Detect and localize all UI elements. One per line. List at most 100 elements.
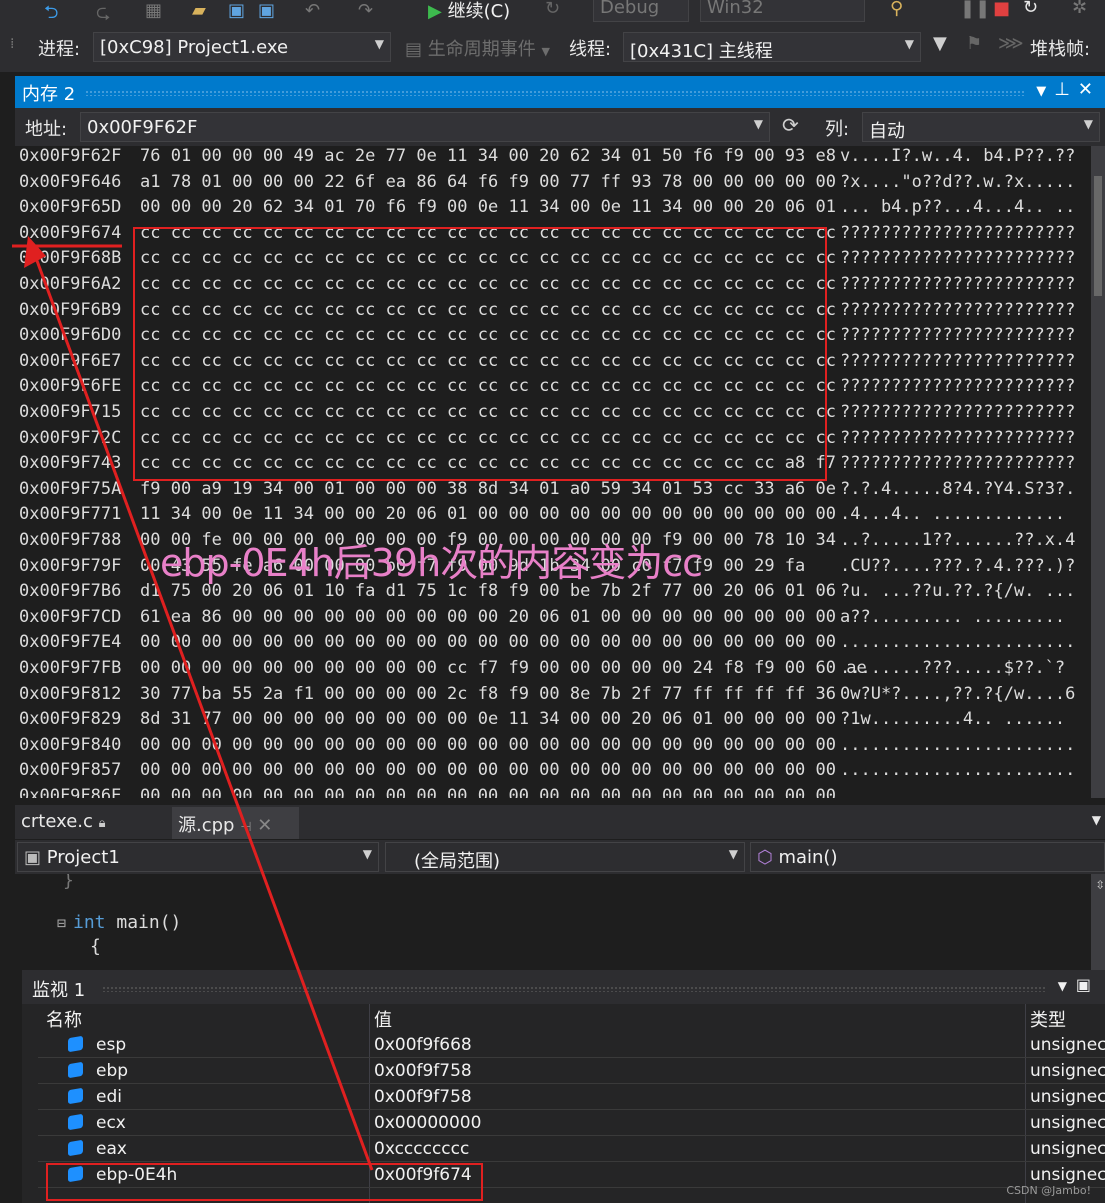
- restart-debug-icon[interactable]: ↻: [1023, 0, 1038, 18]
- cc-region-highlight: [133, 227, 827, 481]
- thread-select[interactable]: [0x431C] 主线程 ▼: [623, 32, 921, 62]
- tab-overflow-icon[interactable]: ▼: [1092, 813, 1101, 827]
- function-signature: main(): [105, 912, 182, 933]
- watch-row[interactable]: edi 0x00f9f758 unsignec: [38, 1084, 1105, 1110]
- memory-address: 0x00F9F646: [19, 171, 122, 192]
- find-icon[interactable]: ⚲: [890, 0, 903, 19]
- memory-scrollbar[interactable]: [1091, 146, 1105, 798]
- play-icon: ▶: [428, 1, 442, 22]
- memory-hex-bytes[interactable]: 76 01 00 00 00 49 ac 2e 77 0e 11 34 00 2…: [140, 146, 836, 166]
- watch-name: eax: [96, 1139, 127, 1159]
- memory-hex-bytes[interactable]: 00 00 00 00 00 00 00 00 00 00 00 00 00 0…: [140, 786, 836, 798]
- undo-icon[interactable]: ↶: [305, 0, 320, 21]
- settings-icon[interactable]: ✲: [1072, 0, 1087, 18]
- chevron-down-icon: ▼: [374, 37, 384, 51]
- watch-value[interactable]: 0x00f9f758: [374, 1061, 472, 1081]
- config-select[interactable]: Debug: [593, 0, 689, 22]
- memory-hex-bytes[interactable]: 00 00 00 00 00 00 00 00 00 00 00 00 00 0…: [140, 760, 836, 780]
- memory-hex-bytes[interactable]: 00 00 00 00 00 00 00 00 00 00 cc f7 f9 0…: [140, 658, 867, 678]
- watch-type: unsignec: [1030, 1087, 1105, 1107]
- address-input[interactable]: 0x00F9F62F ▼: [80, 112, 770, 142]
- watch-value[interactable]: 0x00000000: [374, 1113, 481, 1133]
- solution-icon[interactable]: ▦: [145, 0, 162, 21]
- stop-icon[interactable]: ■: [993, 0, 1010, 19]
- pin-icon[interactable]: ⊥: [1054, 79, 1078, 100]
- memory-title-bar: 内存 2 ▼⊥✕: [15, 76, 1105, 108]
- refresh-icon[interactable]: ⟳: [782, 113, 799, 137]
- save-all-icon[interactable]: ▣: [258, 0, 275, 21]
- function-icon: ⬡: [757, 847, 773, 868]
- save-icon[interactable]: ▣: [228, 0, 245, 21]
- project-select[interactable]: ▣ Project1 ▼: [17, 842, 379, 872]
- flag-icon[interactable]: ⚑: [966, 33, 982, 54]
- code-line: int main(): [73, 912, 181, 933]
- memory-ascii: ???????????????????????: [840, 427, 1076, 448]
- process-select[interactable]: [0xC98] Project1.exe ▼: [93, 32, 391, 62]
- chevron-down-icon: ▼: [904, 37, 914, 51]
- process-value: [0xC98] Project1.exe: [100, 37, 289, 58]
- col-name-header[interactable]: 名称: [46, 1006, 82, 1032]
- watch-value[interactable]: 0xcccccccc: [374, 1139, 469, 1159]
- watch-type: unsignec: [1030, 1035, 1105, 1055]
- memory-address: 0x00F9F812: [19, 683, 122, 704]
- lifecycle-events-button[interactable]: ▤ 生命周期事件 ▼: [405, 35, 550, 61]
- tab-source-cpp[interactable]: 源.cpp ⊣ ✕: [172, 807, 299, 839]
- restart-icon[interactable]: ↻: [545, 0, 560, 19]
- tab-crtexe[interactable]: crtexe.c 🔒︎: [15, 807, 170, 839]
- platform-select[interactable]: Win32: [700, 0, 865, 22]
- memory-hex-bytes[interactable]: 8d 31 77 00 00 00 00 00 00 00 00 0e 11 3…: [140, 709, 836, 729]
- memory-hex-bytes[interactable]: 00 00 00 00 00 00 00 00 00 00 00 00 00 0…: [140, 735, 836, 755]
- close-icon[interactable]: ✕: [1078, 79, 1101, 100]
- memory-hex-bytes[interactable]: 00 00 00 00 00 00 00 00 00 00 00 00 00 0…: [140, 632, 836, 652]
- watch-header: 名称 值 类型: [38, 1004, 1105, 1032]
- memory-address: 0x00F9F68B: [19, 248, 122, 269]
- chevron-down-icon: ▼: [541, 45, 550, 58]
- watch-row[interactable]: esp 0x00f9f668 unsignec: [38, 1032, 1105, 1058]
- memory-hex-bytes[interactable]: 11 34 00 0e 11 34 00 00 20 06 01 00 00 0…: [140, 504, 836, 524]
- memory-ascii: .CU??....???.?.4.???.)?: [840, 555, 1076, 576]
- memory-hex-bytes[interactable]: 30 77 ba 55 2a f1 00 00 00 00 2c f8 f9 0…: [140, 684, 836, 704]
- function-select[interactable]: ⬡ main(): [750, 842, 1105, 872]
- scope-select[interactable]: (全局范围) ▼: [385, 842, 745, 872]
- split-icon[interactable]: ⇳: [1095, 874, 1105, 893]
- keyword-int: int: [73, 912, 106, 933]
- chevron-down-icon: ▼: [728, 847, 738, 861]
- pin-icon[interactable]: ⊣: [240, 820, 251, 835]
- continue-button[interactable]: ▶ 继续(C): [428, 0, 510, 23]
- watch-value[interactable]: 0x00f9f758: [374, 1087, 472, 1107]
- chevron-down-icon: ▼: [362, 847, 372, 861]
- memory-hex-bytes[interactable]: f9 00 a9 19 34 00 01 00 00 00 38 8d 34 0…: [140, 479, 836, 499]
- col-type-header[interactable]: 类型: [1030, 1006, 1066, 1032]
- memory-hex-bytes[interactable]: a1 78 01 00 00 00 22 6f ea 86 64 f6 f9 0…: [140, 172, 836, 192]
- close-icon[interactable]: ✕: [257, 815, 272, 836]
- pause-icon[interactable]: ❚❚: [960, 0, 990, 19]
- code-editor[interactable]: } ⊟ int main() { ⇳: [15, 874, 1105, 970]
- variable-icon: [68, 1035, 83, 1053]
- process-label: 进程:: [38, 39, 81, 60]
- scrollbar-thumb[interactable]: [1094, 176, 1102, 296]
- memory-ascii: ?.?.4.....8?4.?Y4.S?3?.: [840, 478, 1076, 499]
- dropdown-icon[interactable]: ▼: [1058, 979, 1067, 993]
- stackframe-label: 堆栈帧:: [1030, 39, 1091, 60]
- columns-select[interactable]: 自动 ▼: [862, 112, 1100, 142]
- maximize-icon[interactable]: ▣: [1076, 975, 1091, 994]
- filter-icon[interactable]: ▼: [933, 33, 947, 54]
- collapse-icon[interactable]: ⊟: [57, 914, 66, 932]
- threads-icon[interactable]: ⋙: [998, 33, 1024, 54]
- open-icon[interactable]: ▰: [192, 0, 206, 21]
- memory-ascii: ???????????????????????: [840, 274, 1076, 294]
- memory-address: 0x00F9F79F: [19, 555, 122, 576]
- watch-row[interactable]: ecx 0x00000000 unsignec: [38, 1110, 1105, 1136]
- memory-hex-bytes[interactable]: 61 ea 86 00 00 00 00 00 00 00 00 00 20 0…: [140, 607, 836, 627]
- redo-icon[interactable]: ↷: [358, 0, 373, 21]
- memory-ascii: ???????????????????????: [840, 350, 1076, 371]
- watch-row[interactable]: ebp 0x00f9f758 unsignec: [38, 1058, 1105, 1084]
- watch-row[interactable]: eax 0xcccccccc unsignec: [38, 1136, 1105, 1162]
- memory-ascii: .4...4.. .............: [840, 504, 1066, 525]
- dropdown-icon[interactable]: ▼: [1036, 84, 1054, 99]
- col-value-header[interactable]: 值: [374, 1006, 392, 1032]
- memory-hex-bytes[interactable]: 00 00 00 20 62 34 01 70 f6 f9 00 0e 11 3…: [140, 197, 836, 217]
- watch-value[interactable]: 0x00f9f668: [374, 1035, 472, 1055]
- memory-address-bar: 地址: 0x00F9F62F ▼ ⟳ 列: 自动 ▼: [15, 108, 1105, 146]
- code-line: }: [63, 874, 74, 891]
